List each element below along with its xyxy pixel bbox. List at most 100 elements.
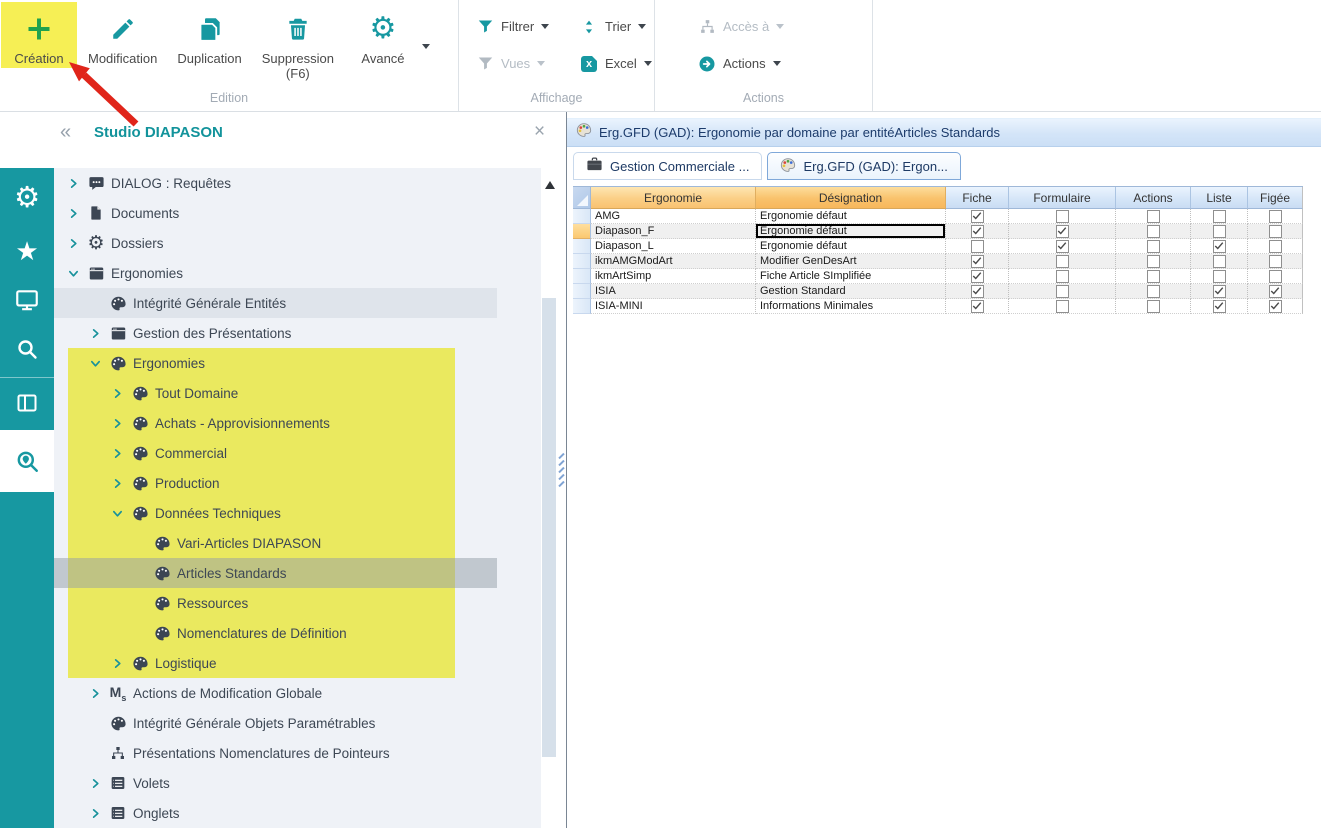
checkbox-checked[interactable] (1213, 300, 1226, 313)
chevron-right-icon[interactable] (84, 808, 106, 819)
row-selector[interactable] (573, 299, 591, 314)
column-header-fiche[interactable]: Fiche (946, 187, 1009, 209)
cell-isia-mini-actions[interactable] (1116, 299, 1191, 314)
creation-button[interactable]: Création (1, 2, 77, 68)
column-header-liste[interactable]: Liste (1191, 187, 1248, 209)
chevron-down-icon[interactable] (106, 508, 128, 519)
cell-diapason-f-figee[interactable] (1248, 224, 1303, 239)
cell-amg-designation[interactable]: Ergonomie défaut (756, 209, 946, 224)
row-selector[interactable] (573, 269, 591, 284)
checkbox[interactable] (1213, 270, 1226, 283)
checkbox[interactable] (1056, 300, 1069, 313)
avance-button[interactable]: ⚙Avancé (345, 2, 421, 68)
cell-isia-mini-ergonomie[interactable]: ISIA-MINI (591, 299, 756, 314)
chevron-right-icon[interactable] (62, 208, 84, 219)
checkbox[interactable] (1213, 225, 1226, 238)
tree-item-gestion-des-presentations[interactable]: Gestion des Présentations (54, 318, 541, 348)
cell-diapason-f-ergonomie[interactable]: Diapason_F (591, 224, 756, 239)
dropdown-caret-icon[interactable] (422, 44, 430, 49)
row-selector[interactable] (573, 209, 591, 224)
chevron-right-icon[interactable] (106, 658, 128, 669)
checkbox-checked[interactable] (1269, 285, 1282, 298)
cell-isia-mini-figee[interactable] (1248, 299, 1303, 314)
cell-isia-mini-liste[interactable] (1191, 299, 1248, 314)
filtrer-button[interactable]: Filtrer (475, 18, 579, 35)
cell-amg-actions[interactable] (1116, 209, 1191, 224)
cell-ikmartsimp-formulaire[interactable] (1009, 269, 1116, 284)
checkbox-checked[interactable] (971, 270, 984, 283)
cell-diapason-l-formulaire[interactable] (1009, 239, 1116, 254)
tree-item-integrite-generale-objets-parametrables[interactable]: Intégrité Générale Objets Paramétrables (54, 708, 541, 738)
checkbox-checked[interactable] (971, 300, 984, 313)
dropdown-caret-icon[interactable] (644, 61, 652, 66)
tree-item-donnees-techniques[interactable]: Données Techniques (54, 498, 541, 528)
tab-gestion-commerciale[interactable]: Gestion Commerciale ... (573, 152, 762, 180)
tab-erg-gfd-gad-ergon[interactable]: Erg.GFD (GAD): Ergon... (767, 152, 960, 180)
cell-ikmamgmodart-designation[interactable]: Modifier GenDesArt (756, 254, 946, 269)
tree-item-actions-de-modification-globale[interactable]: MsActions de Modification Globale (54, 678, 541, 708)
cell-isia-designation[interactable]: Gestion Standard (756, 284, 946, 299)
checkbox[interactable] (1213, 210, 1226, 223)
chevron-right-icon[interactable] (106, 388, 128, 399)
tree-item-integrite-generale-entites[interactable]: Intégrité Générale Entités (54, 288, 541, 318)
cell-amg-ergonomie[interactable]: AMG (591, 209, 756, 224)
cell-amg-fiche[interactable] (946, 209, 1009, 224)
tree-item-production[interactable]: Production (54, 468, 541, 498)
cell-diapason-l-actions[interactable] (1116, 239, 1191, 254)
column-header-formulaire[interactable]: Formulaire (1009, 187, 1116, 209)
tree-item-tout-domaine[interactable]: Tout Domaine (54, 378, 541, 408)
checkbox-checked[interactable] (1213, 285, 1226, 298)
checkbox[interactable] (1147, 240, 1160, 253)
dropdown-caret-icon[interactable] (541, 24, 549, 29)
close-panel-button[interactable]: × (534, 121, 545, 143)
sidebar-item-wheel-icon[interactable]: ⚙ (0, 180, 54, 214)
tree-item-vari-articles-diapason[interactable]: Vari-Articles DIAPASON (54, 528, 541, 558)
cell-ikmamgmodart-formulaire[interactable] (1009, 254, 1116, 269)
chevron-right-icon[interactable] (62, 238, 84, 249)
column-header-actions[interactable]: Actions (1116, 187, 1191, 209)
checkbox[interactable] (1269, 240, 1282, 253)
checkbox[interactable] (1213, 255, 1226, 268)
checkbox[interactable] (1269, 225, 1282, 238)
dropdown-caret-icon[interactable] (773, 61, 781, 66)
scroll-up-arrow-icon[interactable] (545, 181, 555, 189)
tree-item-commercial[interactable]: Commercial (54, 438, 541, 468)
cell-diapason-f-designation[interactable]: Ergonomie défaut (756, 224, 946, 239)
chevron-right-icon[interactable] (62, 178, 84, 189)
cell-diapason-l-fiche[interactable] (946, 239, 1009, 254)
modification-button[interactable]: Modification (79, 2, 166, 68)
chevron-right-icon[interactable] (106, 478, 128, 489)
cell-ikmartsimp-ergonomie[interactable]: ikmArtSimp (591, 269, 756, 284)
chevron-down-icon[interactable] (62, 268, 84, 279)
cell-isia-mini-formulaire[interactable] (1009, 299, 1116, 314)
cell-diapason-f-formulaire[interactable] (1009, 224, 1116, 239)
tree-item-volets[interactable]: Volets (54, 768, 541, 798)
cell-diapason-f-liste[interactable] (1191, 224, 1248, 239)
tree-item-onglets[interactable]: Onglets (54, 798, 541, 828)
checkbox-checked[interactable] (1056, 240, 1069, 253)
tree-item-articles-standards[interactable]: Articles Standards (54, 558, 541, 588)
chevron-right-icon[interactable] (106, 418, 128, 429)
tree-item-achats-approvisionnements[interactable]: Achats - Approvisionnements (54, 408, 541, 438)
cell-diapason-f-actions[interactable] (1116, 224, 1191, 239)
cell-isia-mini-fiche[interactable] (946, 299, 1009, 314)
sidebar-item-search-pin-icon[interactable] (0, 430, 54, 492)
checkbox[interactable] (1147, 255, 1160, 268)
checkbox-checked[interactable] (1269, 300, 1282, 313)
tree-item-dialog-requetes[interactable]: DIALOG : Requêtes (54, 168, 541, 198)
cell-diapason-l-designation[interactable]: Ergonomie défaut (756, 239, 946, 254)
checkbox-checked[interactable] (1213, 240, 1226, 253)
cell-ikmartsimp-liste[interactable] (1191, 269, 1248, 284)
checkbox-checked[interactable] (971, 255, 984, 268)
checkbox[interactable] (1056, 285, 1069, 298)
cell-amg-formulaire[interactable] (1009, 209, 1116, 224)
checkbox[interactable] (1056, 210, 1069, 223)
column-header-ergonomie[interactable]: Ergonomie (591, 187, 756, 209)
cell-isia-liste[interactable] (1191, 284, 1248, 299)
checkbox-checked[interactable] (971, 285, 984, 298)
tree-item-dossiers[interactable]: ⚙Dossiers (54, 228, 541, 258)
sidebar-item-search-icon[interactable] (0, 332, 54, 366)
select-all-corner[interactable] (573, 187, 591, 209)
chevron-right-icon[interactable] (84, 688, 106, 699)
cell-isia-figee[interactable] (1248, 284, 1303, 299)
